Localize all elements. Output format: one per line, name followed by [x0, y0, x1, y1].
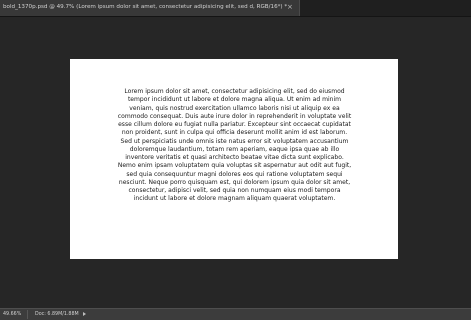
document-tab-bar: bold_1370p.psd @ 49.7% (Lorem ipsum dolo…	[0, 0, 471, 17]
document-tab[interactable]: bold_1370p.psd @ 49.7% (Lorem ipsum dolo…	[0, 0, 300, 16]
right-arrow-icon[interactable]	[83, 312, 86, 316]
document-tab-title: bold_1370p.psd @ 49.7% (Lorem ipsum dolo…	[3, 4, 288, 10]
document-size-info: Doc: 6.89M/1.88M	[35, 312, 79, 317]
zoom-level[interactable]: 49.66%	[3, 311, 21, 318]
status-bar: 49.66% Doc: 6.89M/1.88M	[0, 308, 471, 320]
canvas-workspace[interactable]: Lorem ipsum dolor sit amet, consectetur …	[0, 17, 471, 308]
status-divider	[27, 310, 28, 319]
close-icon[interactable]: ×	[287, 3, 293, 11]
text-layer-paragraph[interactable]: Lorem ipsum dolor sit amet, consectetur …	[116, 88, 353, 204]
document-canvas[interactable]: Lorem ipsum dolor sit amet, consectetur …	[70, 59, 398, 259]
